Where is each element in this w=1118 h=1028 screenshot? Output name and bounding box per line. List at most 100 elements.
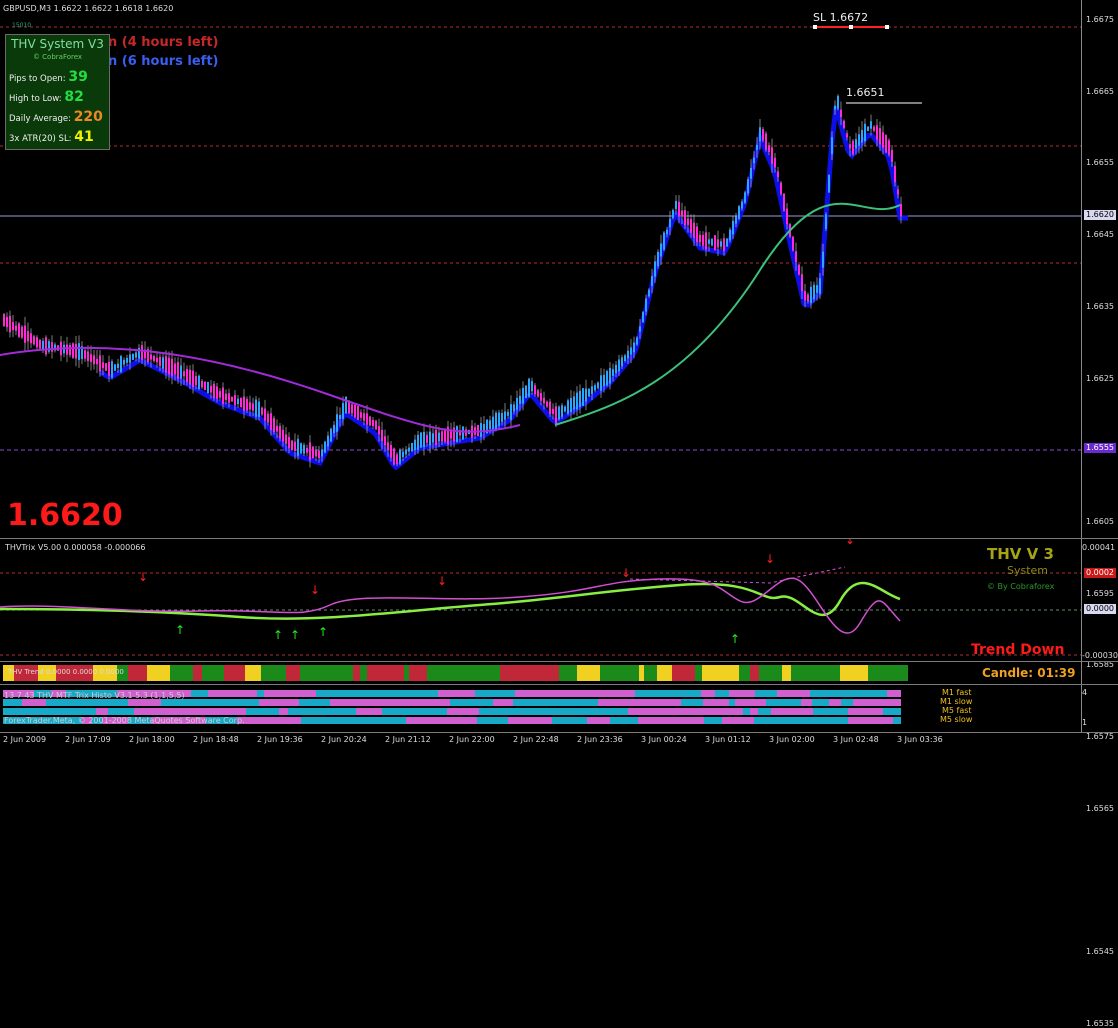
candle-body (225, 393, 227, 401)
mtf-histogram-bar (534, 708, 549, 715)
mtf-histogram-bar (390, 717, 406, 724)
candle-body (552, 408, 554, 414)
candle-body (420, 432, 422, 448)
trix-pane[interactable]: ↓ ↓ ↓ ↓ ↓ ↓ ↑ ↑ ↑ ↑ ↑ THVTrix V5.00 0.000058 -0.00… (0, 539, 1118, 661)
candle-body (351, 404, 353, 414)
candle-body (522, 387, 524, 404)
candle-body (99, 355, 101, 372)
candle-body (375, 420, 377, 430)
candle-body (408, 447, 410, 452)
candle-body (681, 210, 683, 217)
trend-strip-segment (672, 665, 695, 681)
time-axis-label: 2 Jun 19:36 (257, 735, 303, 744)
mtf-histogram-bar (406, 717, 447, 724)
candle-body (705, 232, 707, 250)
mtf-histogram-bar (356, 708, 382, 715)
candle-body (879, 128, 881, 145)
candle-body (894, 165, 896, 183)
candle-body (579, 390, 581, 408)
mtf-histogram-bar (259, 699, 299, 706)
time-axis-label: 3 Jun 02:00 (769, 735, 815, 744)
mtf-histogram-bar (882, 699, 901, 706)
candle-body (831, 137, 833, 155)
candle-body (126, 357, 128, 363)
mtf-histogram-bar (721, 699, 729, 706)
atr-sl-value: 41 (74, 129, 94, 145)
candle-body (675, 200, 677, 210)
candle-body (726, 238, 728, 247)
mtf-histogram-bar (549, 708, 593, 715)
mtf-histogram-bar (657, 708, 699, 715)
trend-strip-segment (147, 665, 170, 681)
mtf-histogram-bar (257, 690, 264, 697)
trend-strip-segment (353, 665, 360, 681)
candle-body (693, 222, 695, 238)
mtf-histogram-bar (287, 690, 316, 697)
mtf-histogram-bar (701, 690, 715, 697)
mtf-histogram-bar (214, 699, 259, 706)
candle-body (282, 429, 284, 442)
candle-body (843, 120, 845, 128)
candle-body (735, 216, 737, 224)
candle-body (480, 423, 482, 437)
indicator-small-label: 15010 (12, 22, 32, 29)
mtf-axis[interactable] (1081, 685, 1118, 732)
candle-body (165, 356, 167, 373)
candle-body (363, 413, 365, 421)
mtf-histogram-bar (390, 690, 398, 697)
candle-body (651, 276, 653, 286)
trend-color-strip (3, 665, 908, 681)
candle-body (168, 357, 170, 375)
candle-body (516, 397, 518, 410)
candle-body (414, 439, 416, 450)
mtf-header: 13 7 43 THV MTF Trix Histo V3.1 5.3 (1,1… (4, 691, 185, 700)
time-axis-label: 2 Jun 18:48 (193, 735, 239, 744)
candle-body (159, 356, 161, 367)
candle-body (222, 387, 224, 405)
candle-body (594, 385, 596, 391)
candle-body (378, 426, 380, 435)
mtf-histogram-bar (729, 690, 755, 697)
candle-body (207, 381, 209, 394)
candle-body (654, 261, 656, 277)
mtf-histogram-bar (722, 717, 754, 724)
candle-body (36, 337, 38, 348)
trend-strip-segment (337, 665, 353, 681)
candle-body (795, 251, 797, 263)
time-axis[interactable]: 2 Jun 2009 2 Jun 17:09 2 Jun 18:00 2 Jun 18… (0, 733, 1082, 747)
price-axis[interactable]: 1.6675 1.6665 1.6655 1.6645 1.6635 1.6625 1.66… (1081, 0, 1118, 1028)
candle-body (840, 109, 842, 117)
trend-strip-segment (719, 665, 739, 681)
up-arrow-icon: ↑ (730, 632, 740, 646)
trend-strip-segment (500, 665, 507, 681)
candle-body (768, 145, 770, 153)
candle-body (504, 411, 506, 420)
mtf-histogram-bar (651, 717, 696, 724)
mtf-histogram-bar (703, 699, 721, 706)
strip-axis[interactable] (1081, 662, 1118, 684)
mtf-histogram-bar (755, 690, 777, 697)
candle-body (330, 428, 332, 442)
candle-body (627, 350, 629, 359)
candle-body (597, 382, 599, 389)
mtf-pane[interactable]: 13 7 43 THV MTF Trix Histo V3.1 5.3 (1,1… (0, 685, 1118, 732)
time-axis-label: 2 Jun 22:48 (513, 735, 559, 744)
price-axis-tick: 1.6535 (1086, 1018, 1114, 1028)
candle-body (588, 388, 590, 397)
mtf-histogram-bar (766, 699, 801, 706)
candle-body (339, 414, 341, 420)
trend-strip-pane[interactable]: THV Trend 0.0000 0.0000 0.0000 Candle: 0… (0, 662, 1118, 684)
trend-strip-segment (888, 665, 908, 681)
trend-strip-segment (750, 665, 759, 681)
time-axis-label: 2 Jun 21:12 (385, 735, 431, 744)
candle-body (648, 289, 650, 297)
trend-strip-segment (383, 665, 404, 681)
candle-body (75, 343, 77, 359)
price-chart-pane[interactable]: GBPUSD,M3 1.6622 1.6622 1.6618 1.6620 15… (0, 0, 1118, 1028)
trend-strip-segment (443, 665, 467, 681)
brand-title: THV V 3 (987, 545, 1054, 563)
mtf-histogram-bar (771, 708, 813, 715)
candle-body (273, 418, 275, 433)
trix-axis[interactable] (1081, 539, 1118, 661)
trend-strip-segment (559, 665, 577, 681)
